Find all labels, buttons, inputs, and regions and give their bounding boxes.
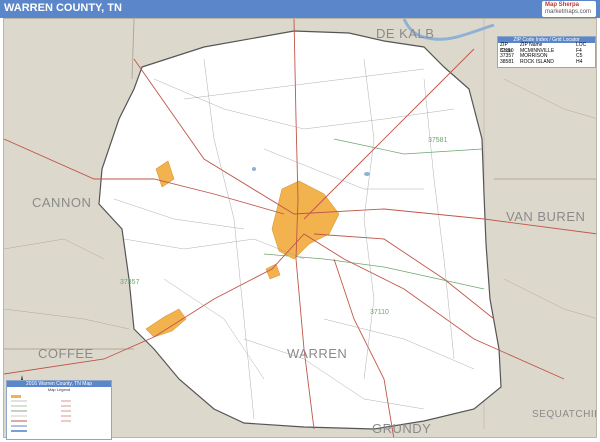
map-legend: 2016 Warren County, TN Map Map Legend	[6, 380, 112, 440]
zip-name-cell: ROCK ISLAND	[520, 58, 554, 65]
county-label-grundy: GRUNDY	[372, 421, 432, 436]
lake	[252, 167, 256, 171]
zip-label: 37581	[428, 137, 448, 144]
title-bar: WARREN COUNTY, TN Map Sherpa marketmaps.…	[0, 0, 600, 18]
brand-name: Map Sherpa	[545, 2, 580, 8]
map-canvas[interactable]	[4, 19, 597, 438]
table-row: 38581 ROCK ISLAND H4	[498, 58, 595, 66]
lake	[364, 172, 370, 176]
zip-locator-table: ZIP Code Index / Grid Locator ZIP Code Z…	[497, 36, 596, 68]
brand-logo: Map Sherpa marketmaps.com	[542, 1, 596, 17]
county-label-van-buren: VAN BUREN	[506, 209, 586, 224]
county-label-sequatchie: SEQUATCHIE	[532, 409, 597, 420]
map-title: WARREN COUNTY, TN	[4, 2, 122, 14]
county-label-dekalb: DE KALB	[376, 26, 435, 41]
county-label-coffee: COFFEE	[38, 346, 94, 361]
county-label-cannon: CANNON	[32, 195, 92, 210]
zip-loc-cell: H4	[576, 58, 583, 65]
zip-label: 37357	[120, 279, 140, 286]
zip-label: 37110	[370, 309, 389, 316]
county-label-warren: WARREN	[287, 346, 348, 361]
legend-symbols	[11, 395, 71, 432]
brand-site: marketmaps.com	[545, 9, 592, 15]
map-frame[interactable]: DE KALB CANNON VAN BUREN COFFEE WARREN G…	[3, 18, 597, 438]
zip-code-cell: 38581	[500, 58, 514, 65]
